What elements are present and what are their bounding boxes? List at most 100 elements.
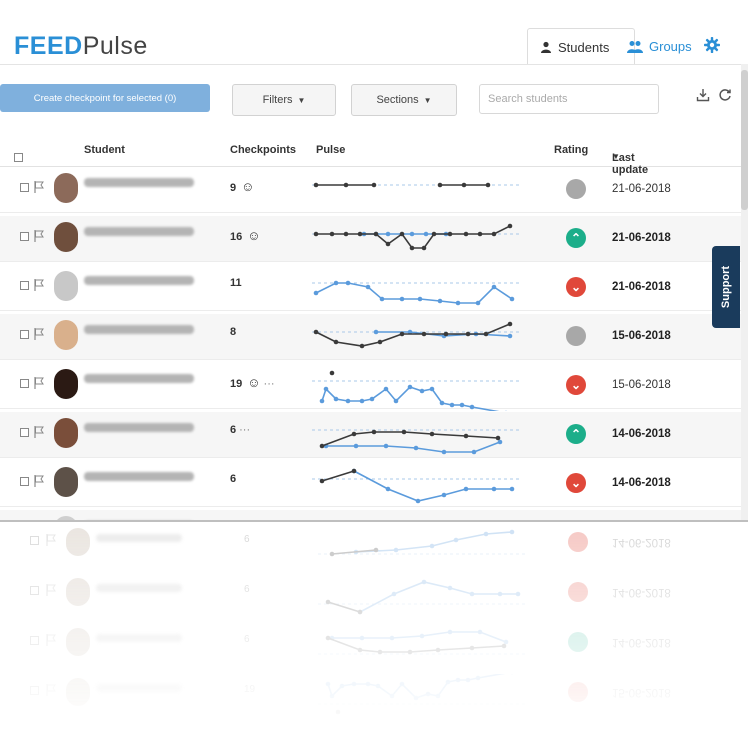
pulse-point[interactable] xyxy=(313,329,319,335)
pulse-point[interactable] xyxy=(507,223,513,229)
table-row[interactable]: 6 ··· ⌃ 14-06-2018 xyxy=(0,412,748,458)
pulse-point[interactable] xyxy=(477,231,483,237)
pulse-point[interactable] xyxy=(485,182,491,188)
pulse-point[interactable] xyxy=(501,643,507,649)
pulse-point[interactable] xyxy=(333,339,339,345)
refresh-button[interactable] xyxy=(716,86,734,104)
pulse-point[interactable] xyxy=(333,280,339,286)
pulse-point[interactable] xyxy=(385,486,391,492)
pulse-point[interactable] xyxy=(491,284,497,290)
row-checkbox[interactable] xyxy=(20,428,29,437)
pulse-point[interactable] xyxy=(385,241,391,247)
table-row[interactable]: 16 ☺ ⌃ 21-06-2018 xyxy=(0,216,748,262)
scrollbar-thumb[interactable] xyxy=(741,70,748,210)
pulse-point[interactable] xyxy=(419,388,425,394)
pulse-point[interactable] xyxy=(463,231,469,237)
pulse-point[interactable] xyxy=(339,683,345,689)
flag-icon[interactable] xyxy=(34,230,44,242)
pulse-point[interactable] xyxy=(475,300,481,306)
pulse-point[interactable] xyxy=(447,629,453,635)
row-checkbox[interactable] xyxy=(20,232,29,241)
pulse-point[interactable] xyxy=(497,591,503,597)
pulse-point[interactable] xyxy=(313,182,319,188)
pulse-point[interactable] xyxy=(377,339,383,345)
pulse-point[interactable] xyxy=(507,321,513,327)
pulse-point[interactable] xyxy=(371,429,377,435)
pulse-point[interactable] xyxy=(413,695,419,701)
pulse-point[interactable] xyxy=(475,675,481,681)
student-name-blurred[interactable] xyxy=(84,374,194,383)
pulse-point[interactable] xyxy=(383,386,389,392)
pulse-point[interactable] xyxy=(419,633,425,639)
pulse-point[interactable] xyxy=(319,478,325,484)
student-name-blurred[interactable] xyxy=(84,227,194,236)
pulse-point[interactable] xyxy=(409,245,415,251)
pulse-point[interactable] xyxy=(453,537,459,543)
student-name-blurred[interactable] xyxy=(84,325,194,334)
pulse-point[interactable] xyxy=(483,331,489,337)
table-row[interactable]: 9 ☺ 21-06-2018 xyxy=(0,167,748,213)
pulse-point[interactable] xyxy=(429,386,435,392)
pulse-point[interactable] xyxy=(365,284,371,290)
pulse-point[interactable] xyxy=(385,231,391,237)
pulse-point[interactable] xyxy=(333,396,339,402)
pulse-point[interactable] xyxy=(463,486,469,492)
pulse-point[interactable] xyxy=(503,639,509,645)
pulse-point[interactable] xyxy=(509,486,515,492)
pulse-point[interactable] xyxy=(313,290,319,296)
pulse-point[interactable] xyxy=(447,231,453,237)
row-checkbox[interactable] xyxy=(20,281,29,290)
pulse-point[interactable] xyxy=(365,681,371,687)
pulse-point[interactable] xyxy=(389,693,395,699)
pulse-point[interactable] xyxy=(509,529,515,535)
filters-dropdown[interactable]: Filters ▼ xyxy=(232,84,336,116)
pulse-point[interactable] xyxy=(463,433,469,439)
pulse-point[interactable] xyxy=(421,331,427,337)
flag-icon[interactable] xyxy=(34,279,44,291)
pulse-point[interactable] xyxy=(461,182,467,188)
pulse-point[interactable] xyxy=(389,635,395,641)
pulse-point[interactable] xyxy=(329,693,335,699)
pulse-point[interactable] xyxy=(469,645,475,651)
select-all-checkbox[interactable] xyxy=(14,153,23,162)
flag-icon[interactable] xyxy=(34,377,44,389)
pulse-point[interactable] xyxy=(495,435,501,441)
pulse-point[interactable] xyxy=(429,431,435,437)
pulse-point[interactable] xyxy=(325,635,331,641)
pulse-point[interactable] xyxy=(443,331,449,337)
pulse-point[interactable] xyxy=(469,404,475,410)
pulse-point[interactable] xyxy=(507,333,513,339)
pulse-point[interactable] xyxy=(399,331,405,337)
pulse-point[interactable] xyxy=(429,543,435,549)
pulse-point[interactable] xyxy=(447,585,453,591)
pulse-point[interactable] xyxy=(449,402,455,408)
pulse-point[interactable] xyxy=(441,492,447,498)
pulse-point[interactable] xyxy=(369,396,375,402)
col-rating[interactable]: Rating xyxy=(554,144,588,156)
pulse-point[interactable] xyxy=(425,691,431,697)
pulse-point[interactable] xyxy=(435,693,441,699)
pulse-point[interactable] xyxy=(431,231,437,237)
pulse-point[interactable] xyxy=(371,182,377,188)
pulse-point[interactable] xyxy=(455,300,461,306)
row-checkbox[interactable] xyxy=(20,330,29,339)
support-tab[interactable]: Support xyxy=(712,246,740,328)
pulse-point[interactable] xyxy=(399,231,405,237)
pulse-point[interactable] xyxy=(465,677,471,683)
pulse-point[interactable] xyxy=(393,398,399,404)
pulse-point[interactable] xyxy=(409,231,415,237)
pulse-point[interactable] xyxy=(469,591,475,597)
pulse-point[interactable] xyxy=(329,551,335,557)
pulse-point[interactable] xyxy=(351,681,357,687)
pulse-point[interactable] xyxy=(351,468,357,474)
pulse-point[interactable] xyxy=(459,402,465,408)
pulse-point[interactable] xyxy=(465,331,471,337)
col-student[interactable]: Student xyxy=(84,144,125,156)
pulse-point[interactable] xyxy=(435,647,441,653)
flag-icon[interactable] xyxy=(34,328,44,340)
pulse-point[interactable] xyxy=(437,298,443,304)
create-checkpoint-button[interactable]: Create checkpoint for selected (0) xyxy=(0,84,210,112)
pulse-point[interactable] xyxy=(377,649,383,655)
settings-button[interactable] xyxy=(700,33,724,57)
pulse-point[interactable] xyxy=(373,231,379,237)
